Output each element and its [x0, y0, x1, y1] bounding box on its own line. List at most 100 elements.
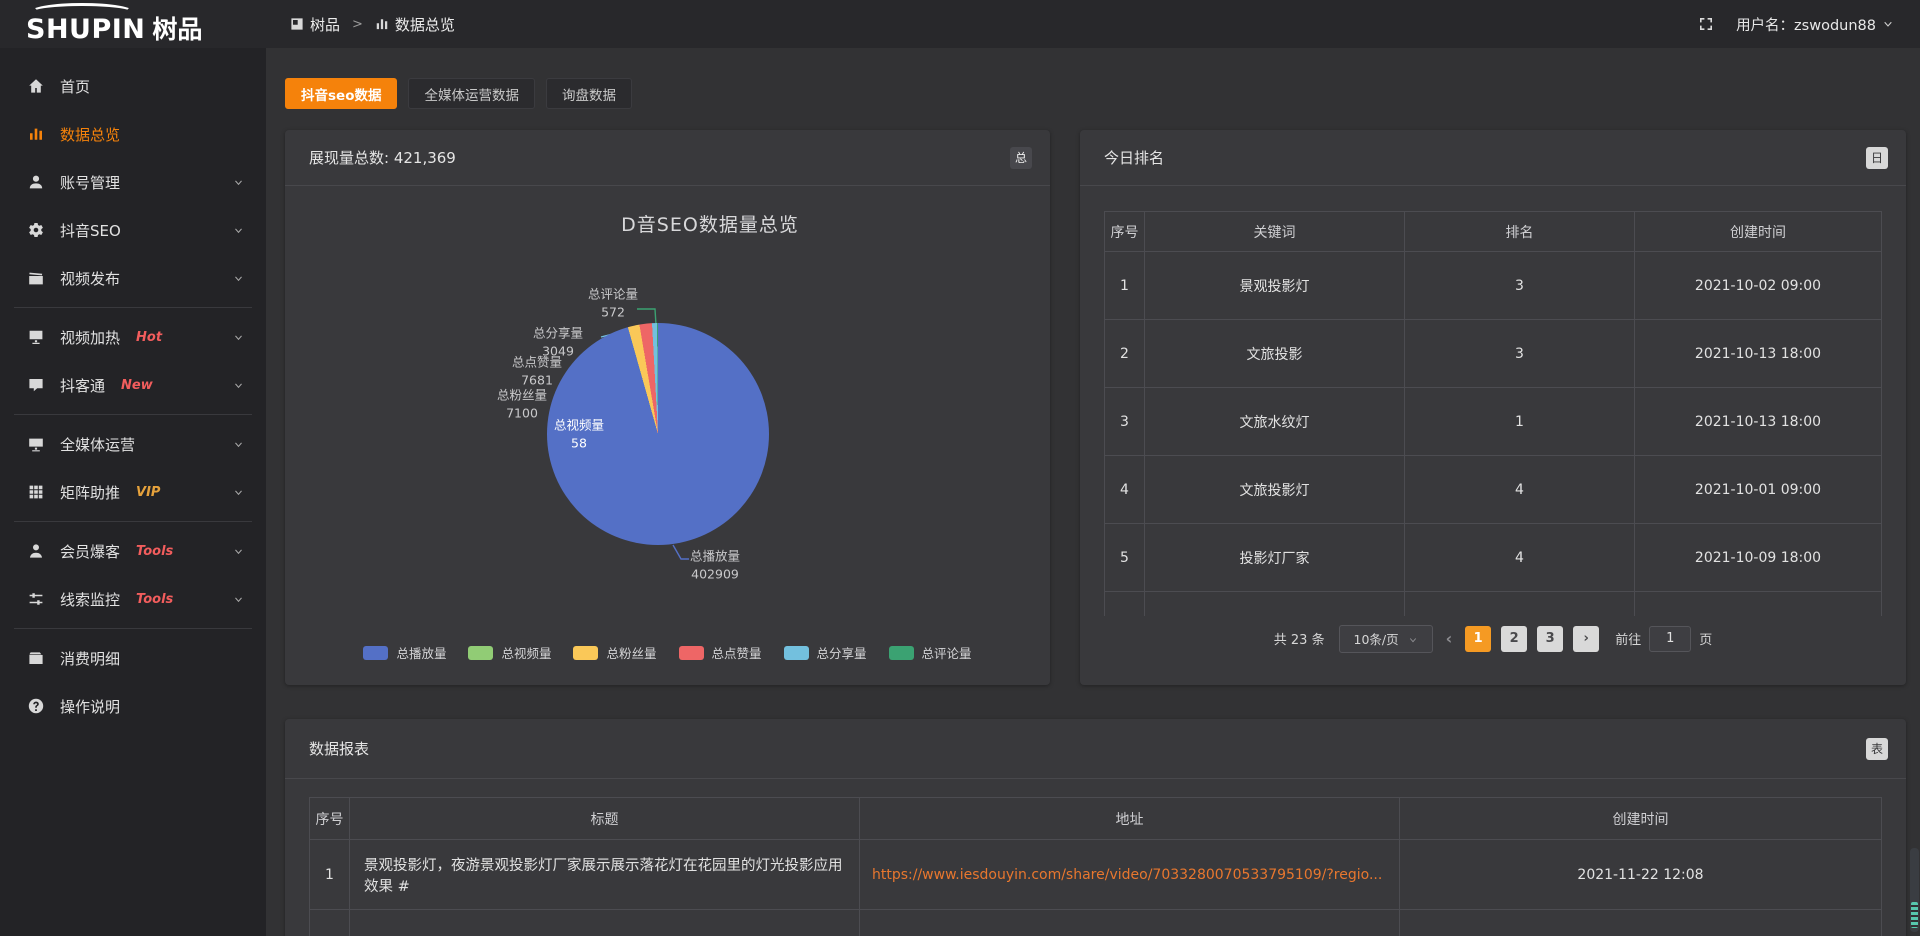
tab-全媒体运营数据[interactable]: 全媒体运营数据: [408, 78, 535, 109]
pie-label-value: 7100: [497, 404, 547, 422]
seo-panel-header: 展现量总数: 421,369 总: [285, 130, 1050, 186]
chevron-down-icon: [1408, 635, 1418, 645]
rank-table-row: 3文旅水纹灯12021-10-13 18:00: [1105, 388, 1882, 456]
monitor-icon: [28, 436, 44, 452]
prev-page-button[interactable]: ‹: [1446, 629, 1453, 648]
sidebar-item-badge: New: [121, 378, 153, 393]
chevron-down-icon: [233, 380, 244, 391]
page-button-1[interactable]: 1: [1465, 626, 1491, 652]
sidebar-item-badge: VIP: [136, 485, 160, 500]
legend-item-总播放量[interactable]: 总播放量: [363, 643, 446, 662]
user-icon: [28, 174, 44, 190]
sidebar-item-账号管理[interactable]: 账号管理: [0, 158, 266, 206]
chevron-down-icon: [233, 177, 244, 188]
sidebar: 首页数据总览账号管理抖音SEO视频发布视频加热Hot抖客通New全媒体运营矩阵助…: [0, 48, 266, 936]
app-body: 首页数据总览账号管理抖音SEO视频发布视频加热Hot抖客通New全媒体运营矩阵助…: [0, 0, 1920, 936]
page-size-select[interactable]: 10条/页: [1339, 625, 1433, 653]
breadcrumb-item[interactable]: 数据总览: [375, 14, 455, 35]
table-view-badge[interactable]: 表: [1866, 738, 1888, 760]
chevron-down-icon: [233, 225, 244, 236]
sidebar-item-数据总览[interactable]: 数据总览: [0, 110, 266, 158]
report-url-link[interactable]: https://www.iesdouyin.com/share/video/70…: [872, 867, 1382, 883]
rank-cell: 文旅投影: [1145, 320, 1405, 388]
chart-title: D音SEO数据量总览: [621, 210, 799, 237]
question-icon: [28, 698, 44, 714]
impressions-total-label: 展现量总数: 421,369: [309, 147, 456, 168]
legend-item-总视频量[interactable]: 总视频量: [468, 643, 551, 662]
logo-arc: [30, 3, 134, 21]
sidebar-item-badge: Tools: [136, 592, 173, 607]
pagination-total: 共 23 条: [1274, 629, 1325, 648]
sidebar-item-label: 视频发布: [60, 268, 120, 289]
sidebar-item-消费明细[interactable]: 消费明细: [0, 634, 266, 682]
report-cell-title: 景观投影灯，夜游景观投影灯厂家展示展示落花灯在花园里的灯光投影应用效果 #: [350, 840, 860, 910]
chevron-down-icon: [233, 332, 244, 343]
fullscreen-icon[interactable]: [1698, 16, 1714, 32]
rank-cell: 2021-10-02 09:00: [1635, 252, 1882, 320]
sidebar-item-视频发布[interactable]: 视频发布: [0, 254, 266, 302]
page-button-3[interactable]: 3: [1537, 626, 1563, 652]
rank-cell: 3: [1405, 320, 1635, 388]
scrollbar-thumb[interactable]: [1910, 848, 1919, 932]
pie-label-总视频量: 总视频量58: [554, 417, 604, 452]
legend-item-总分享量[interactable]: 总分享量: [784, 643, 867, 662]
rank-cell: 4: [1405, 524, 1635, 592]
app-root: SHUPIN 树品 树品>数据总览 用户名：zswodun88 首页数据总览账号…: [0, 0, 1920, 936]
username-dropdown[interactable]: 用户名：zswodun88: [1736, 14, 1894, 35]
column-header-创建时间: 创建时间: [1635, 212, 1882, 252]
rank-cell: 4: [1405, 456, 1635, 524]
chevron-down-icon: [233, 273, 244, 284]
pie-label-value: 7681: [512, 371, 562, 389]
clapper-icon: [28, 270, 44, 286]
seo-data-panel: 展现量总数: 421,369 总 D音SEO数据量总览 总播放量402909 总视…: [285, 130, 1050, 685]
chat-icon: [28, 377, 44, 393]
rank-cell: 3: [1105, 388, 1145, 456]
sidebar-item-全媒体运营[interactable]: 全媒体运营: [0, 420, 266, 468]
legend-label: 总评论量: [922, 643, 972, 662]
app-logo[interactable]: SHUPIN 树品: [0, 0, 266, 48]
sidebar-item-抖音SEO[interactable]: 抖音SEO: [0, 206, 266, 254]
page-button-2[interactable]: 2: [1501, 626, 1527, 652]
pie-label-name: 总评论量: [588, 286, 638, 304]
grid-icon: [28, 484, 44, 500]
sidebar-item-badge: Tools: [136, 544, 173, 559]
column-header-关键词: 关键词: [1145, 212, 1405, 252]
rank-cell: 2021-10-09 18:00: [1635, 524, 1882, 592]
legend-swatch: [363, 646, 388, 660]
breadcrumb-item[interactable]: 树品: [290, 14, 340, 35]
pie-chart-area: D音SEO数据量总览 总播放量402909 总视频量58 总粉丝量 7100 总点赞量 7…: [285, 186, 1050, 684]
rank-cell: 2021-10-01 09:00: [1635, 456, 1882, 524]
rank-cell: 2021-10-13 18:00: [1635, 320, 1882, 388]
sidebar-item-会员爆客[interactable]: 会员爆客Tools: [0, 527, 266, 575]
sidebar-item-视频加热[interactable]: 视频加热Hot: [0, 313, 266, 361]
report-panel-title: 数据报表: [309, 738, 369, 759]
legend-item-总评论量[interactable]: 总评论量: [889, 643, 972, 662]
legend-item-总粉丝量[interactable]: 总粉丝量: [573, 643, 656, 662]
pagination: 共 23 条10条/页‹123›前往页: [1080, 625, 1906, 653]
chevron-down-icon: [233, 546, 244, 557]
sidebar-item-label: 操作说明: [60, 696, 120, 717]
username-label: 用户名：zswodun88: [1736, 14, 1876, 35]
sidebar-item-矩阵助推[interactable]: 矩阵助推 VIP: [0, 468, 266, 516]
tab-询盘数据[interactable]: 询盘数据: [546, 78, 632, 109]
column-header-创建时间: 创建时间: [1400, 798, 1882, 840]
rank-cell: 2: [1105, 320, 1145, 388]
top-header: SHUPIN 树品 树品>数据总览 用户名：zswodun88: [0, 0, 1920, 48]
next-page-button[interactable]: ›: [1573, 626, 1599, 652]
tab-抖音seo数据[interactable]: 抖音seo数据: [285, 78, 397, 109]
pie-label-总播放量: 总播放量402909: [690, 548, 740, 583]
pie-label-value: 572: [588, 303, 638, 321]
legend-label: 总粉丝量: [606, 643, 656, 662]
total-view-badge[interactable]: 总: [1010, 147, 1032, 169]
goto-page-input[interactable]: [1649, 626, 1691, 652]
sidebar-item-操作说明[interactable]: 操作说明: [0, 682, 266, 730]
sidebar-item-首页[interactable]: 首页: [0, 62, 266, 110]
sidebar-item-抖客通[interactable]: 抖客通New: [0, 361, 266, 409]
legend-item-总点赞量[interactable]: 总点赞量: [679, 643, 762, 662]
app-icon: [290, 17, 304, 31]
sidebar-item-线索监控[interactable]: 线索监控Tools: [0, 575, 266, 623]
rank-cell: 3: [1405, 252, 1635, 320]
legend-swatch: [889, 646, 914, 660]
sidebar-item-label: 矩阵助推: [60, 482, 120, 503]
day-view-badge[interactable]: 日: [1866, 147, 1888, 169]
